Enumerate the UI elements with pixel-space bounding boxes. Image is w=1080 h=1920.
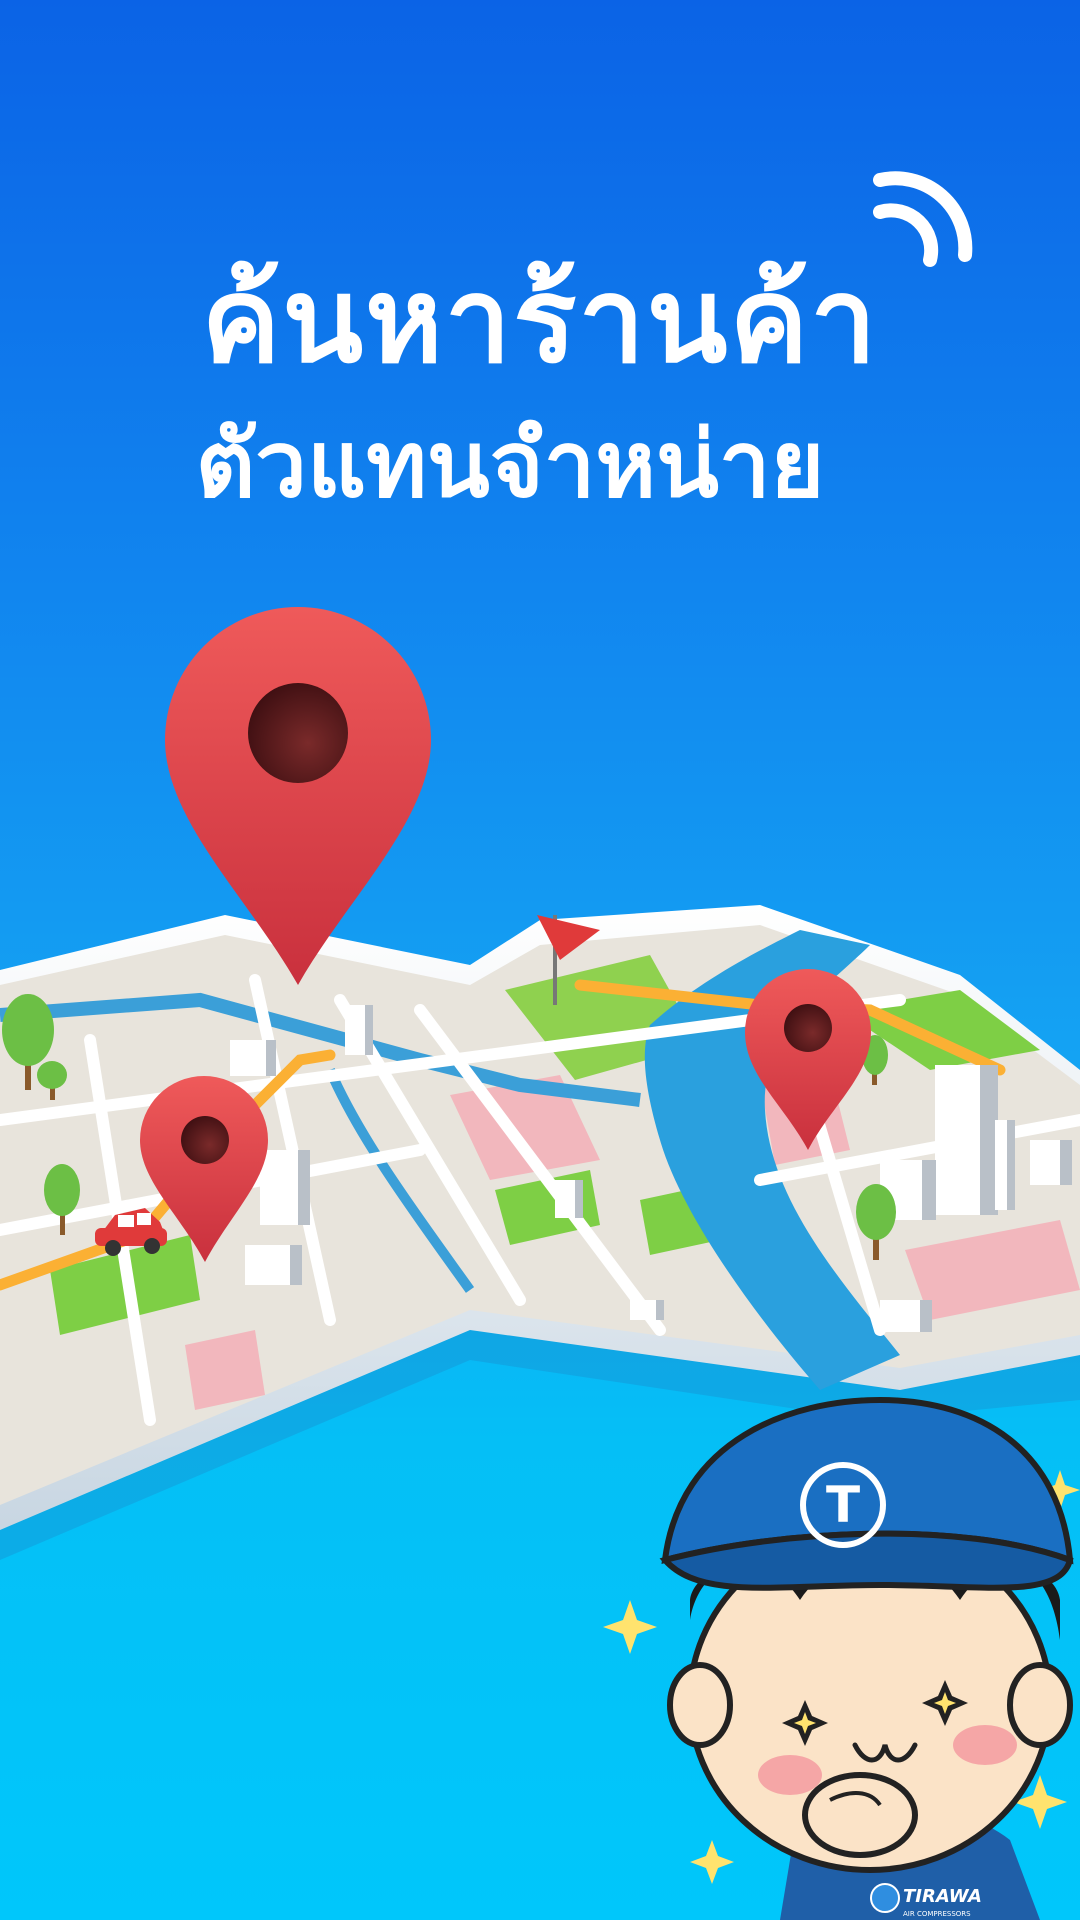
shirt-tagline-text: AIR COMPRESSORS [903,1910,971,1918]
splash-screen: ค้นหาร้านค้า ตัวแทนจำหน่าย T TIRAWA AIR … [0,0,1080,1920]
map-illustration: T TIRAWA AIR COMPRESSORS [0,607,1080,1920]
cap-logo-letter: T [826,1476,860,1534]
shirt-brand-text: TIRAWA [903,1886,982,1907]
mascot-character: T TIRAWA AIR COMPRESSORS [659,1396,1074,1920]
